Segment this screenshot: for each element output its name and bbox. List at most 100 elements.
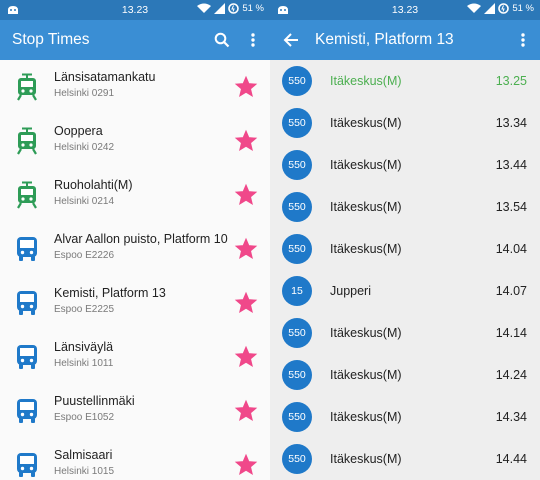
favorite-star-icon[interactable] xyxy=(234,345,258,369)
stop-times-screen: 13.23 51 % Stop Times Länsisatamankatu He… xyxy=(0,0,270,480)
stop-code: Helsinki 0214 xyxy=(54,196,115,207)
page-title: Kemisti, Platform 13 xyxy=(315,31,454,48)
departure-time: 14.07 xyxy=(495,284,527,298)
stop-name: Salmisaari xyxy=(54,448,113,462)
route-badge: 550 xyxy=(282,66,312,96)
route-badge: 550 xyxy=(282,402,312,432)
route-badge: 550 xyxy=(282,360,312,390)
route-badge: 550 xyxy=(282,444,312,474)
stop-code: Helsinki 1011 xyxy=(54,358,114,369)
stop-departures-screen: 13.23 51 % Kemisti, Platform 13 550 Itäke… xyxy=(270,0,540,480)
app-bar: Kemisti, Platform 13 xyxy=(270,20,540,60)
tram-icon xyxy=(17,73,37,101)
departure-time: 13.25 xyxy=(495,74,527,88)
favorite-star-icon[interactable] xyxy=(234,453,258,477)
route-badge: 550 xyxy=(282,192,312,222)
route-badge: 550 xyxy=(282,318,312,348)
stop-name: Länsiväylä xyxy=(54,340,114,354)
stop-name: Länsisatamankatu xyxy=(54,70,156,84)
stop-name: Ruoholahti(M) xyxy=(54,178,133,192)
status-bar: 13.23 51 % xyxy=(0,0,270,20)
departure-row[interactable]: 550 Itäkeskus(M) 13.25 xyxy=(270,60,540,102)
favorite-star-icon[interactable] xyxy=(234,183,258,207)
departure-row[interactable]: 550 Itäkeskus(M) 13.44 xyxy=(270,144,540,186)
stop-code: Espoo E2225 xyxy=(54,304,115,315)
departure-row[interactable]: 550 Itäkeskus(M) 14.14 xyxy=(270,312,540,354)
stop-list-item[interactable]: Ooppera Helsinki 0242 xyxy=(0,114,270,168)
departure-row[interactable]: 550 Itäkeskus(M) 14.34 xyxy=(270,396,540,438)
signal-icon xyxy=(214,3,226,14)
stop-name: Kemisti, Platform 13 xyxy=(54,286,166,300)
departure-time: 14.24 xyxy=(495,368,527,382)
bus-icon xyxy=(17,237,37,261)
bus-icon xyxy=(17,399,37,423)
bus-icon xyxy=(17,291,37,315)
stop-list-item[interactable]: Alvar Aallon puisto, Platform 10 Espoo E2… xyxy=(0,222,270,276)
departure-row[interactable]: 550 Itäkeskus(M) 14.44 xyxy=(270,438,540,480)
bus-icon xyxy=(17,345,37,369)
stop-list-item[interactable]: Ruoholahti(M) Helsinki 0214 xyxy=(0,168,270,222)
search-icon[interactable] xyxy=(212,30,232,50)
stop-code: Espoo E2226 xyxy=(54,250,115,261)
stop-list: Länsisatamankatu Helsinki 0291 Ooppera Hels… xyxy=(0,60,270,480)
departure-time: 13.54 xyxy=(495,200,527,214)
departure-row[interactable]: 15 Jupperi 14.07 xyxy=(270,270,540,312)
favorite-star-icon[interactable] xyxy=(234,237,258,261)
battery-icon xyxy=(228,3,240,14)
departure-destination: Itäkeskus(M) xyxy=(330,242,402,256)
departure-row[interactable]: 550 Itäkeskus(M) 14.04 xyxy=(270,228,540,270)
back-arrow-icon[interactable] xyxy=(281,30,301,50)
departure-time: 14.14 xyxy=(495,326,527,340)
departure-destination: Itäkeskus(M) xyxy=(330,116,402,130)
stop-code: Helsinki 0242 xyxy=(54,142,115,153)
favorite-star-icon[interactable] xyxy=(234,291,258,315)
bus-icon xyxy=(17,453,37,477)
battery-icon xyxy=(498,3,510,14)
tram-icon xyxy=(17,127,37,155)
favorite-star-icon[interactable] xyxy=(234,129,258,153)
status-bar: 13.23 51 % xyxy=(270,0,540,20)
departure-destination: Itäkeskus(M) xyxy=(330,452,402,466)
route-badge: 550 xyxy=(282,234,312,264)
stop-list-item[interactable]: Salmisaari Helsinki 1015 xyxy=(0,438,270,480)
departure-destination: Jupperi xyxy=(330,284,371,298)
departure-destination: Itäkeskus(M) xyxy=(330,74,402,88)
stop-name: Alvar Aallon puisto, Platform 10 xyxy=(54,232,228,246)
stop-list-item[interactable]: Länsiväylä Helsinki 1011 xyxy=(0,330,270,384)
stop-list-item[interactable]: Puustellinmäki Espoo E1052 xyxy=(0,384,270,438)
departure-time: 13.44 xyxy=(495,158,527,172)
stop-list-item[interactable]: Länsisatamankatu Helsinki 0291 xyxy=(0,60,270,114)
departure-list: 550 Itäkeskus(M) 13.25 550 Itäkeskus(M) 13.34… xyxy=(270,60,540,480)
tram-icon xyxy=(17,181,37,209)
stop-code: Helsinki 0291 xyxy=(54,88,115,99)
departure-destination: Itäkeskus(M) xyxy=(330,410,402,424)
stop-code: Helsinki 1015 xyxy=(54,466,115,477)
battery-percent: 51 % xyxy=(242,3,264,14)
departure-time: 14.34 xyxy=(495,410,527,424)
stop-code: Espoo E1052 xyxy=(54,412,115,423)
departure-time: 14.04 xyxy=(495,242,527,256)
stop-list-item[interactable]: Kemisti, Platform 13 Espoo E2225 xyxy=(0,276,270,330)
more-vert-icon[interactable] xyxy=(243,30,263,50)
page-title: Stop Times xyxy=(12,31,90,48)
departure-destination: Itäkeskus(M) xyxy=(330,200,402,214)
wifi-icon xyxy=(197,3,212,13)
stop-name: Puustellinmäki xyxy=(54,394,135,408)
departure-time: 14.44 xyxy=(495,452,527,466)
favorite-star-icon[interactable] xyxy=(234,399,258,423)
route-badge: 15 xyxy=(282,276,312,306)
signal-icon xyxy=(484,3,496,14)
wifi-icon xyxy=(467,3,482,13)
route-badge: 550 xyxy=(282,150,312,180)
more-vert-icon[interactable] xyxy=(513,30,533,50)
departure-destination: Itäkeskus(M) xyxy=(330,158,402,172)
departure-row[interactable]: 550 Itäkeskus(M) 14.24 xyxy=(270,354,540,396)
departure-row[interactable]: 550 Itäkeskus(M) 13.54 xyxy=(270,186,540,228)
route-badge: 550 xyxy=(282,108,312,138)
departure-destination: Itäkeskus(M) xyxy=(330,368,402,382)
departure-row[interactable]: 550 Itäkeskus(M) 13.34 xyxy=(270,102,540,144)
favorite-star-icon[interactable] xyxy=(234,75,258,99)
app-bar: Stop Times xyxy=(0,20,270,60)
battery-percent: 51 % xyxy=(512,3,534,14)
departure-destination: Itäkeskus(M) xyxy=(330,326,402,340)
